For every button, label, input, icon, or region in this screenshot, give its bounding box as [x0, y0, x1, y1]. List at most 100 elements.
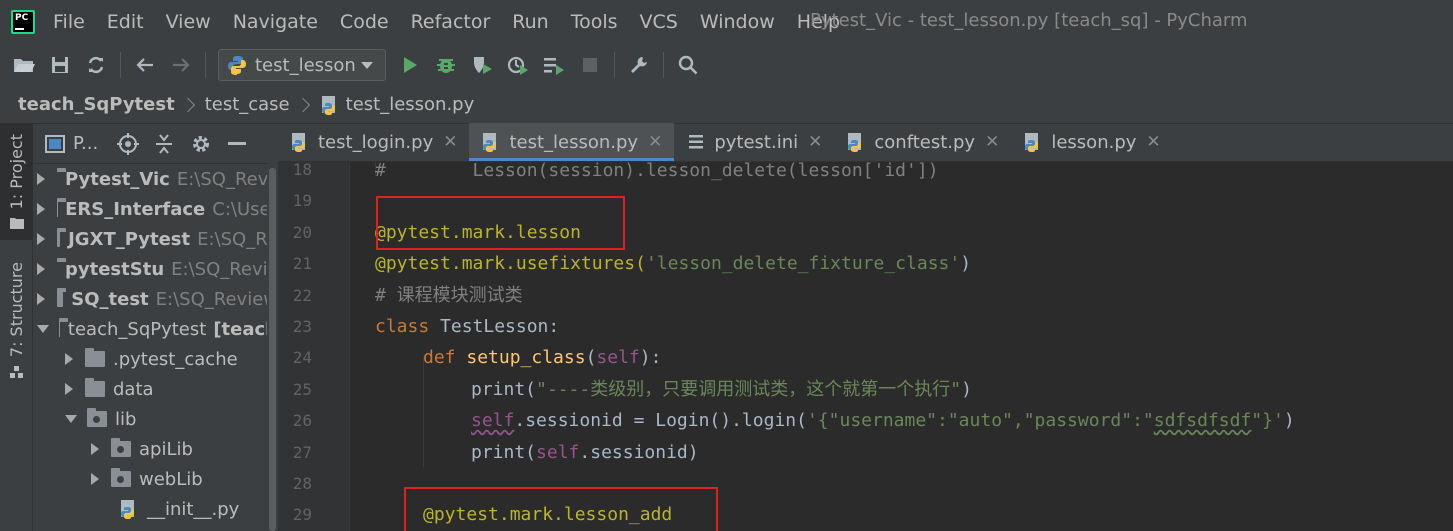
expand-arrow-icon[interactable] [91, 443, 99, 455]
collapse-arrow-icon[interactable] [65, 415, 77, 423]
tree-item[interactable]: Pytest_Vic E:\SQ_Revie [33, 164, 278, 194]
expand-arrow-icon[interactable] [65, 353, 73, 365]
collapse-arrow-icon[interactable] [37, 325, 49, 333]
menu-file[interactable]: File [53, 11, 85, 33]
tree-item[interactable]: .pytest_cache [33, 344, 278, 374]
hide-panel-icon[interactable] [228, 141, 247, 146]
python-file-icon [1025, 133, 1039, 152]
tab-conftest[interactable]: conftest.py ✕ [834, 123, 1011, 161]
tree-item[interactable]: SQ_test E:\SQ_Review [33, 284, 278, 314]
coverage-icon[interactable] [464, 47, 500, 83]
run-configuration-label: test_lesson [255, 54, 356, 76]
code-editor[interactable]: # Lesson(session).lesson_delete(lesson['… [351, 162, 1453, 531]
tab-test-login[interactable]: test_login.py ✕ [278, 123, 469, 161]
menu-view[interactable]: View [166, 11, 211, 33]
menu-refactor[interactable]: Refactor [411, 11, 491, 33]
scrollbar-thumb[interactable] [269, 168, 276, 531]
main-toolbar: test_lesson [0, 44, 1453, 86]
expand-arrow-icon[interactable] [65, 383, 73, 395]
python-file-icon [292, 133, 305, 152]
line-number: 21 [292, 254, 312, 273]
project-scrollbar[interactable] [267, 124, 278, 531]
menu-vcs[interactable]: VCS [640, 11, 678, 33]
run-icon[interactable] [392, 47, 428, 83]
expand-arrow-icon[interactable] [37, 293, 45, 305]
locate-target-icon[interactable] [116, 132, 140, 156]
python-file-icon [848, 133, 862, 152]
line-number: 19 [292, 191, 312, 210]
tree-item[interactable]: apiLib [33, 434, 278, 464]
back-icon[interactable] [127, 47, 163, 83]
expand-arrow-icon[interactable] [37, 233, 45, 245]
project-panel-header: P... [33, 124, 278, 164]
chevron-right-icon [295, 97, 310, 112]
breadcrumb-file[interactable]: test_lesson.py [346, 94, 475, 115]
tab-pytest-ini[interactable]: pytest.ini ✕ [674, 123, 834, 161]
tool-tab-structure[interactable]: 7: Structure [0, 262, 33, 382]
expand-arrow-icon[interactable] [91, 473, 99, 485]
code-line-21: @pytest.mark.usefixtures('lesson_delete_… [375, 253, 972, 274]
folder-icon [57, 228, 67, 247]
menu-run[interactable]: Run [512, 11, 548, 33]
expand-arrow-icon[interactable] [37, 203, 45, 215]
highlight-annotation-box [376, 196, 625, 250]
breadcrumb-folder[interactable]: test_case [205, 94, 290, 115]
tree-item[interactable]: lib [33, 404, 278, 434]
close-icon[interactable]: ✕ [1146, 132, 1160, 152]
debug-icon[interactable] [428, 47, 464, 83]
menu-navigate[interactable]: Navigate [233, 11, 318, 33]
project-tree: Pytest_Vic E:\SQ_Revie ERS_Interface C:\Us… [33, 164, 278, 524]
folder-icon [59, 318, 68, 337]
open-folder-icon[interactable] [6, 47, 42, 83]
package-folder-icon [111, 438, 131, 457]
close-icon[interactable]: ✕ [443, 132, 457, 152]
tab-lesson[interactable]: lesson.py ✕ [1011, 123, 1172, 161]
project-view-icon [45, 134, 65, 153]
tab-test-lesson[interactable]: test_lesson.py ✕ [469, 123, 675, 161]
toolbar-separator [614, 52, 615, 78]
profile-icon[interactable] [500, 47, 536, 83]
tool-tab-project[interactable]: 1: Project [0, 124, 33, 240]
tree-item[interactable]: teach_SqPytest [teach [33, 314, 278, 344]
tree-item[interactable]: ERS_Interface C:\User [33, 194, 278, 224]
editor-gutter[interactable]: 18 19 20 21 22 23 24 25 26 27 28 29 [278, 160, 374, 531]
line-number: 28 [292, 474, 312, 493]
project-tool-window: P... Pytest_Vic E:\SQ_Revie ERS_Interface… [33, 124, 278, 531]
run-configuration-select[interactable]: test_lesson [218, 49, 386, 81]
settings-wrench-icon[interactable] [621, 47, 657, 83]
search-icon[interactable] [670, 47, 706, 83]
tree-item[interactable]: pytestStu E:\SQ_Revie [33, 254, 278, 284]
tree-item[interactable]: webLib [33, 464, 278, 494]
forward-icon[interactable] [163, 47, 199, 83]
python-file-icon [121, 500, 134, 519]
line-number: 24 [292, 348, 312, 367]
tool-tab-project-label: 1: Project [7, 134, 26, 210]
expand-arrow-icon[interactable] [37, 173, 45, 185]
stop-icon[interactable] [572, 47, 608, 83]
menu-edit[interactable]: Edit [107, 11, 144, 33]
folder-icon [9, 218, 24, 230]
close-icon[interactable]: ✕ [808, 132, 822, 152]
window-title: Pytest_Vic - test_lesson.py [teach_sq] -… [810, 10, 1248, 31]
menu-window[interactable]: Window [700, 11, 775, 33]
tree-item[interactable]: data [33, 374, 278, 404]
close-icon[interactable]: ✕ [985, 132, 999, 152]
code-line-23: class TestLesson: [375, 316, 560, 337]
tree-item[interactable]: __init__.py [33, 494, 278, 524]
menu-tools[interactable]: Tools [571, 11, 618, 33]
concurrency-icon[interactable] [536, 47, 572, 83]
line-number: 27 [292, 443, 312, 462]
save-icon[interactable] [42, 47, 78, 83]
menu-bar: PC File Edit View Navigate Code Refactor… [0, 0, 1453, 44]
gear-icon[interactable] [190, 133, 212, 155]
breadcrumb-project[interactable]: teach_SqPytest [18, 94, 175, 115]
tree-item[interactable]: JGXT_Pytest E:\SQ_Re [33, 224, 278, 254]
code-line-24: def setup_class(self): [423, 347, 662, 368]
expand-arrow-icon[interactable] [37, 263, 45, 275]
sync-icon[interactable] [78, 47, 114, 83]
project-view-select[interactable]: P... [73, 133, 98, 154]
collapse-all-icon[interactable] [154, 133, 174, 155]
close-icon[interactable]: ✕ [648, 132, 662, 152]
code-line-25: print("----类级别，只要调用测试类，这个就第一个执行") [471, 379, 972, 400]
menu-code[interactable]: Code [340, 11, 389, 33]
